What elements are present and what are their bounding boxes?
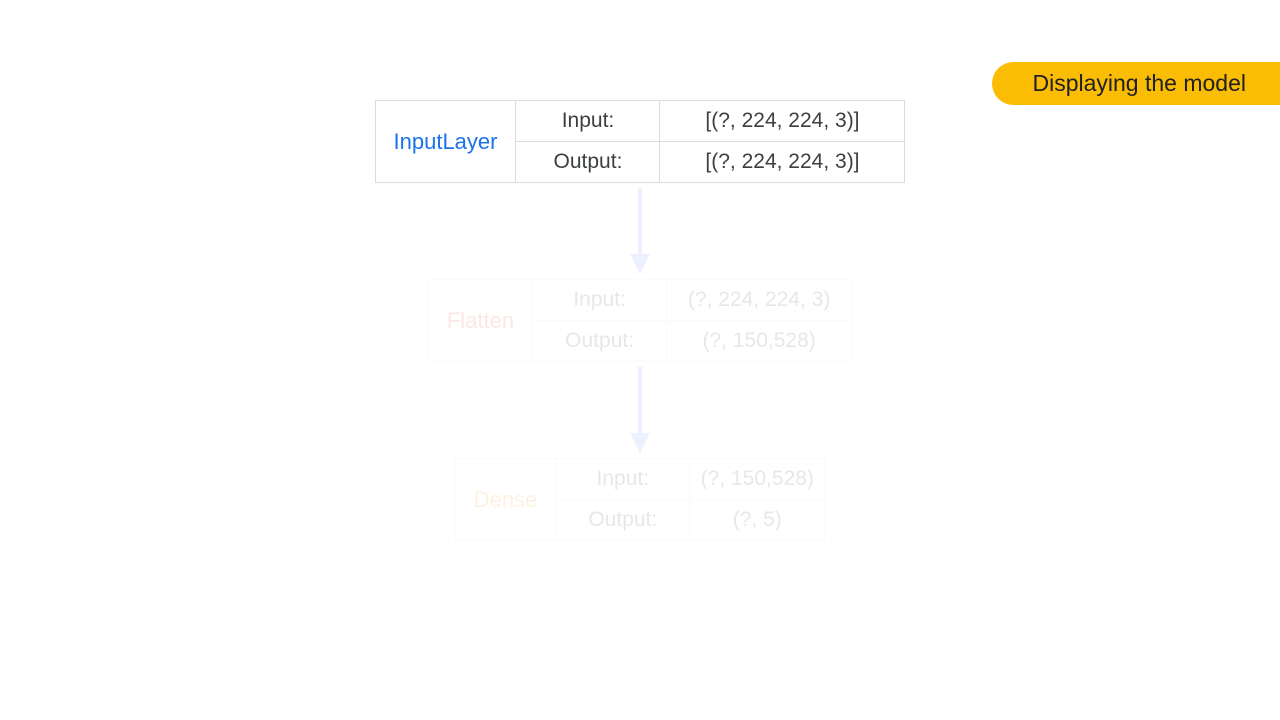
section-banner: Displaying the model <box>992 62 1280 105</box>
model-diagram: InputLayer Input: [(?, 224, 224, 3)] Out… <box>0 100 1280 541</box>
layer-name: Dense <box>456 459 557 540</box>
layer-row-input: Input: (?, 224, 224, 3) <box>533 280 851 320</box>
layer-row-output: Output: (?, 150,528) <box>533 320 851 361</box>
layer-row-output: Output: (?, 5) <box>556 499 824 540</box>
row-label: Output: <box>533 321 667 361</box>
row-value: [(?, 224, 224, 3)] <box>660 101 904 141</box>
row-value: [(?, 224, 224, 3)] <box>660 142 904 182</box>
layer-node-inputlayer: InputLayer Input: [(?, 224, 224, 3)] Out… <box>375 100 906 183</box>
layer-rows: Input: [(?, 224, 224, 3)] Output: [(?, 2… <box>516 101 904 182</box>
row-label: Input: <box>516 101 660 141</box>
layer-row-output: Output: [(?, 224, 224, 3)] <box>516 141 904 182</box>
layer-node-dense: Dense Input: (?, 150,528) Output: (?, 5) <box>455 458 826 541</box>
row-value: (?, 150,528) <box>667 321 851 361</box>
row-label: Input: <box>556 459 690 499</box>
arrow-down-icon <box>626 362 654 458</box>
layer-rows: Input: (?, 150,528) Output: (?, 5) <box>556 459 824 540</box>
arrow-down-icon <box>626 183 654 279</box>
row-label: Output: <box>516 142 660 182</box>
row-label: Output: <box>556 500 690 540</box>
layer-name: Flatten <box>429 280 533 361</box>
row-value: (?, 150,528) <box>690 459 824 499</box>
layer-name: InputLayer <box>376 101 517 182</box>
layer-node-flatten: Flatten Input: (?, 224, 224, 3) Output: … <box>428 279 852 362</box>
layer-rows: Input: (?, 224, 224, 3) Output: (?, 150,… <box>533 280 851 361</box>
banner-title: Displaying the model <box>1032 70 1246 96</box>
row-value: (?, 224, 224, 3) <box>667 280 851 320</box>
layer-row-input: Input: [(?, 224, 224, 3)] <box>516 101 904 141</box>
row-value: (?, 5) <box>690 500 824 540</box>
layer-row-input: Input: (?, 150,528) <box>556 459 824 499</box>
row-label: Input: <box>533 280 667 320</box>
